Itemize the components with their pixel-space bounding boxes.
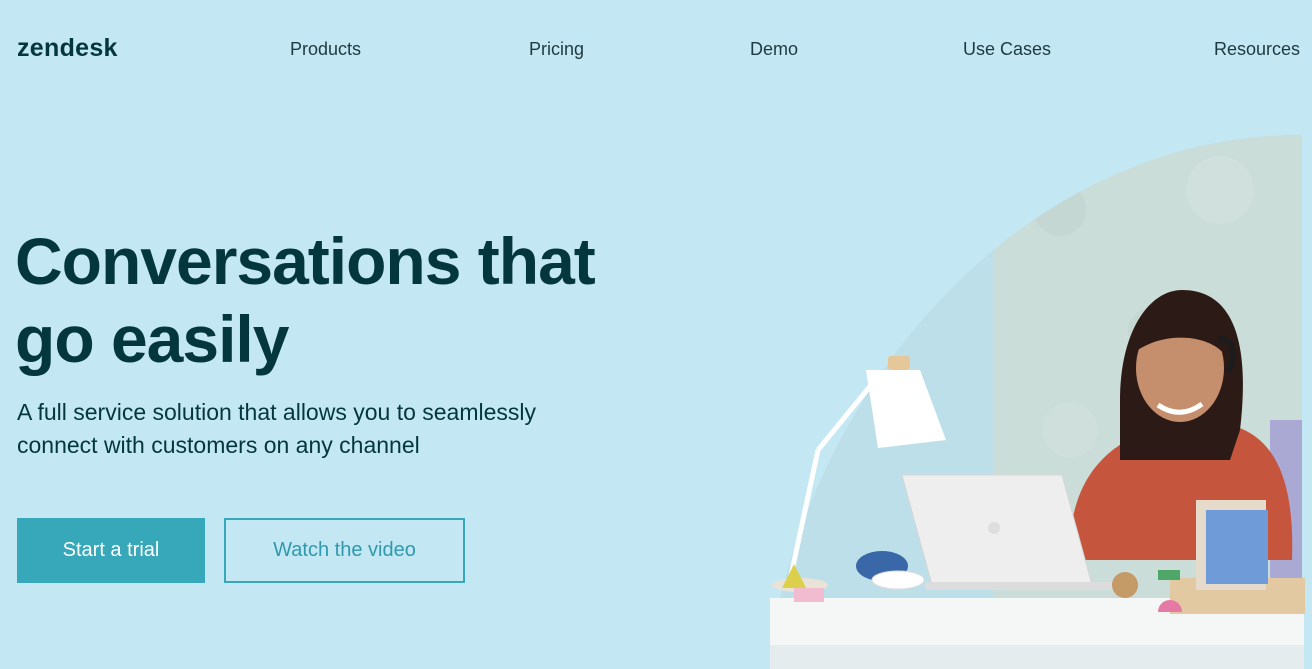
hero-title: Conversations that go easily — [15, 224, 596, 376]
nav-item-use-cases[interactable]: Use Cases — [963, 39, 1051, 60]
nav-item-demo[interactable]: Demo — [750, 39, 798, 60]
hero-subtitle: A full service solution that allows you … — [17, 399, 537, 458]
hero-illustration — [770, 135, 1305, 669]
nav-item-resources[interactable]: Resources — [1214, 39, 1300, 60]
nav-item-pricing[interactable]: Pricing — [529, 39, 584, 60]
zendesk-logo[interactable]: zendesk — [17, 34, 118, 63]
nav-item-products[interactable]: Products — [290, 39, 361, 60]
watch-video-button[interactable]: Watch the video — [224, 518, 465, 583]
start-trial-button[interactable]: Start a trial — [17, 518, 205, 583]
